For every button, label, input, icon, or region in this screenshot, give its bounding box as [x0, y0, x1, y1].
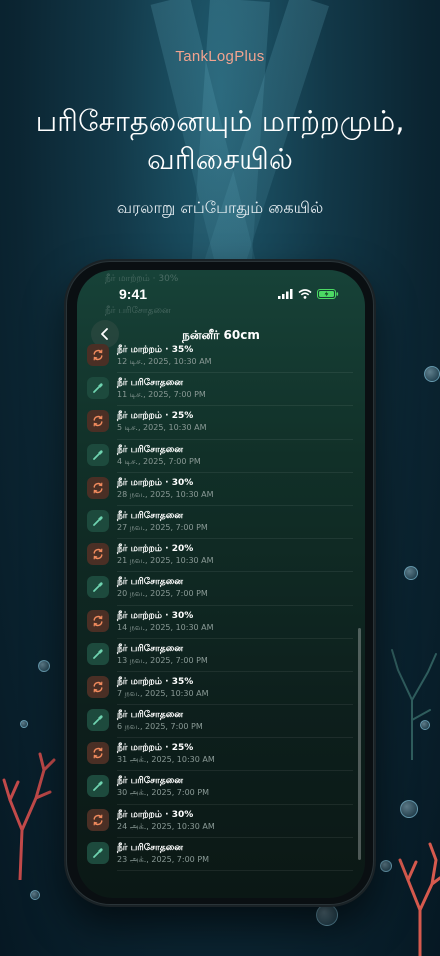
log-row-date: 13 நவ., 2025, 7:00 PM: [117, 655, 208, 665]
log-row-title: நீர் பரிசோதனை: [117, 710, 183, 721]
eyedropper-icon: [87, 775, 109, 798]
refresh-cycle-icon: [87, 410, 109, 433]
eyedropper-icon: [87, 576, 109, 599]
log-row[interactable]: நீர் மாற்றம் · 20% 21 நவ., 2025, 10:30 AM: [77, 539, 365, 573]
log-row-date: 21 நவ., 2025, 10:30 AM: [117, 556, 214, 566]
subtitle: வரலாறு எப்போதும் கையில்: [116, 198, 324, 217]
log-row[interactable]: நீர் மாற்றம் · 30% 28 நவ., 2025, 10:30 AM: [77, 473, 365, 506]
headline: பரிசோதனையும் மாற்றமும், வரிசையில்: [20, 102, 420, 178]
eyedropper-icon: [87, 841, 109, 864]
log-row-date: 5 டிச., 2025, 10:30 AM: [117, 423, 207, 433]
refresh-cycle-icon: [87, 543, 109, 566]
log-row-date: 14 நவ., 2025, 10:30 AM: [117, 622, 214, 632]
ghost-row-title: நீர் பரிசோதனை: [105, 306, 171, 316]
bubble: [20, 720, 28, 728]
coral-right: [398, 842, 440, 956]
log-row[interactable]: நீர் மாற்றம் · 30% 14 நவ., 2025, 10:30 AM: [77, 606, 365, 639]
eyedropper-icon: [87, 642, 109, 665]
log-row[interactable]: நீர் மாற்றம் · 30% 24 அக்., 2025, 10:30 A…: [77, 805, 365, 838]
headline-line-1: பரிசோதனையும் மாற்றமும்,: [35, 104, 405, 138]
wifi-icon: [298, 289, 312, 299]
log-row[interactable]: நீர் மாற்றம் · 25% 31 அக்., 2025, 10:30 A…: [77, 738, 365, 772]
ghost-row-title: நீர் மாற்றம் · 30%: [105, 274, 179, 284]
refresh-cycle-icon: [87, 609, 109, 632]
log-row-date: 7 நவ., 2025, 10:30 AM: [117, 688, 209, 698]
eyedropper-icon: [87, 509, 109, 532]
bubble: [404, 566, 418, 580]
refresh-cycle-icon: [87, 742, 109, 765]
log-row[interactable]: நீர் மாற்றம் · 35% 7 நவ., 2025, 10:30 AM: [77, 672, 365, 706]
log-row-date: 27 நவ., 2025, 7:00 PM: [117, 522, 208, 532]
log-row[interactable]: நீர் பரிசோதனை 4 டிச., 2025, 7:00 PM: [77, 440, 365, 473]
status-bar: 9:41: [77, 286, 365, 304]
app-screen: நீர் மாற்றம் · 30% நீர் பரிசோதனை 9:41 நன…: [77, 270, 365, 898]
log-row-date: 28 நவ., 2025, 10:30 AM: [117, 489, 214, 499]
log-row-date: 12 டிச., 2025, 10:30 AM: [117, 357, 212, 366]
log-row-date: 11 டிச., 2025, 7:00 PM: [117, 390, 206, 400]
brand-name: TankLogPlus: [175, 48, 265, 65]
log-row[interactable]: நீர் பரிசோதனை 11 டிச., 2025, 7:00 PM: [77, 373, 365, 407]
log-row-title: நீர் மாற்றம் · 25%: [117, 743, 194, 754]
log-row[interactable]: நீர் பரிசோதனை 27 நவ., 2025, 7:00 PM: [77, 506, 365, 540]
log-row-title: நீர் மாற்றம் · 30%: [117, 809, 194, 820]
refresh-cycle-icon: [87, 344, 109, 366]
battery-charging-icon: [317, 289, 339, 299]
log-row-title: நீர் பரிசோதனை: [117, 842, 183, 853]
log-row[interactable]: நீர் பரிசோதனை 23 அக்., 2025, 7:00 PM: [77, 838, 365, 871]
bubble: [30, 890, 40, 900]
log-row-title: நீர் மாற்றம் · 25%: [117, 411, 194, 422]
row-divider: [117, 870, 353, 871]
log-row[interactable]: நீர் பரிசோதனை 6 நவ., 2025, 7:00 PM: [77, 705, 365, 739]
bubble: [316, 904, 338, 926]
refresh-cycle-icon: [87, 476, 109, 499]
eyedropper-icon: [87, 709, 109, 732]
log-row-title: நீர் பரிசோதனை: [117, 577, 183, 588]
log-row[interactable]: நீர் பரிசோதனை 13 நவ., 2025, 7:00 PM: [77, 639, 365, 672]
log-row[interactable]: நீர் மாற்றம் · 35% 12 டிச., 2025, 10:30 A…: [77, 340, 365, 374]
phone-frame: நீர் மாற்றம் · 30% நீர் பரிசோதனை 9:41 நன…: [66, 261, 374, 905]
eyedropper-icon: [87, 377, 109, 400]
log-row-title: நீர் பரிசோதனை: [117, 444, 183, 455]
eyedropper-icon: [87, 443, 109, 466]
coral-left: [2, 752, 56, 880]
log-row-date: 30 அக்., 2025, 7:00 PM: [117, 788, 210, 798]
log-row[interactable]: நீர் பரிசோதனை 30 அக்., 2025, 7:00 PM: [77, 771, 365, 805]
log-row-title: நீர் மாற்றம் · 20%: [117, 544, 194, 555]
log-row[interactable]: நீர் பரிசோதனை 20 நவ., 2025, 7:00 PM: [77, 572, 365, 606]
log-row-date: 24 அக்., 2025, 10:30 AM: [117, 821, 215, 831]
log-row-title: நீர் பரிசோதனை: [117, 378, 183, 389]
log-row-date: 20 நவ., 2025, 7:00 PM: [117, 589, 208, 599]
log-row-title: நீர் மாற்றம் · 35%: [117, 676, 194, 687]
bubble: [424, 366, 440, 382]
refresh-cycle-icon: [87, 675, 109, 698]
log-row-title: நீர் பரிசோதனை: [117, 510, 183, 521]
log-row-title: நீர் மாற்றம் · 30%: [117, 610, 194, 621]
status-time: 9:41: [119, 286, 148, 302]
refresh-cycle-icon: [87, 808, 109, 831]
log-list: நீர் மாற்றம் · 35% 12 டிச., 2025, 10:30 A…: [77, 340, 365, 871]
log-row-title: நீர் மாற்றம் · 30%: [117, 477, 194, 488]
log-row-title: நீர் மாற்றம் · 35%: [117, 345, 194, 355]
scrollbar[interactable]: [358, 628, 361, 860]
bubble: [38, 660, 50, 672]
log-row-title: நீர் பரிசோதனை: [117, 776, 183, 787]
log-row-date: 6 நவ., 2025, 7:00 PM: [117, 722, 203, 732]
log-row-title: நீர் பரிசோதனை: [117, 643, 183, 654]
status-icons: [278, 289, 339, 299]
log-row[interactable]: நீர் மாற்றம் · 25% 5 டிச., 2025, 10:30 AM: [77, 406, 365, 440]
log-row-date: 23 அக்., 2025, 7:00 PM: [117, 854, 210, 864]
plant-right: [391, 649, 437, 760]
cellular-signal-icon: [278, 289, 293, 299]
log-row-date: 4 டிச., 2025, 7:00 PM: [117, 456, 201, 466]
bubble: [400, 800, 418, 818]
headline-line-2: வரிசையில்: [147, 142, 293, 176]
log-row-date: 31 அக்., 2025, 10:30 AM: [117, 755, 215, 765]
